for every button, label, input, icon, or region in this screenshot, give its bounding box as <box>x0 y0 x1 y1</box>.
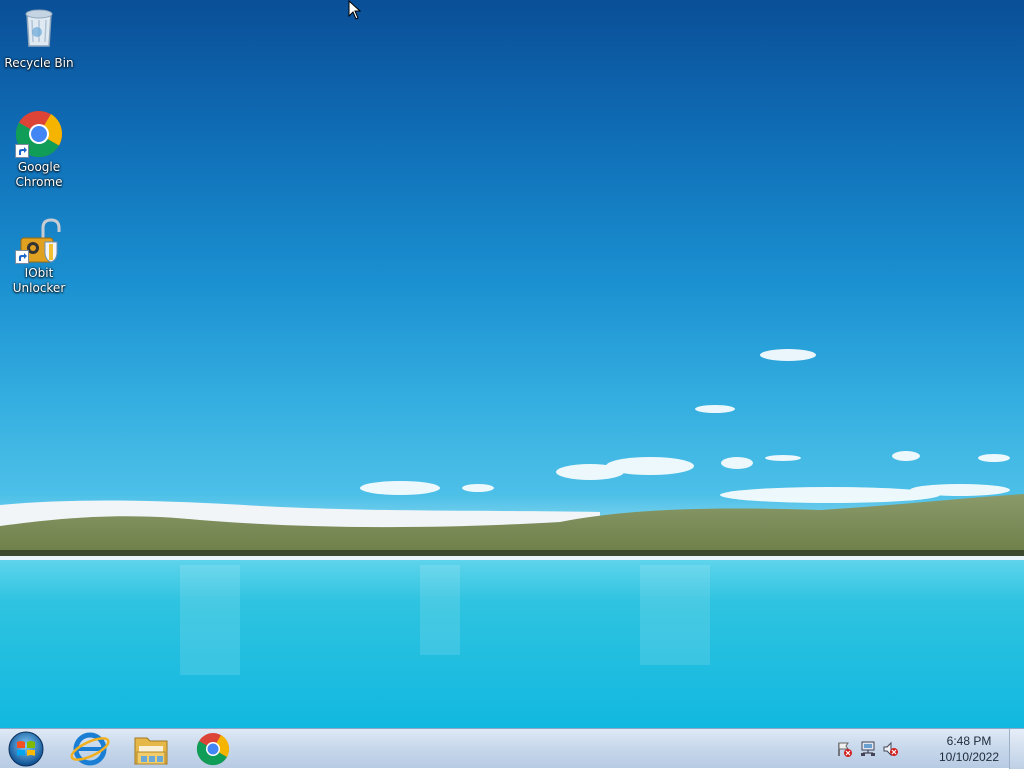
desktop-icon-google-chrome[interactable]: Google Chrome <box>1 110 77 190</box>
recycle-bin-icon <box>15 6 63 54</box>
taskbar: 6:48 PM 10/10/2022 <box>0 728 1024 769</box>
chrome-icon <box>196 733 230 766</box>
desktop-icon-label: Recycle Bin <box>4 56 74 70</box>
network-icon[interactable] <box>860 741 876 757</box>
desktop-icon-label: IObit Unlocker <box>12 266 66 295</box>
shortcut-arrow-icon <box>15 144 29 158</box>
folder-icon <box>134 737 168 765</box>
shortcut-arrow-icon <box>15 250 29 264</box>
clock-date: 10/10/2022 <box>938 750 1000 764</box>
taskbar-google-chrome-button[interactable] <box>187 730 239 768</box>
wallpaper <box>0 349 1024 728</box>
taskbar-windows-explorer-button[interactable] <box>125 730 177 768</box>
desktop-icon-iobit-unlocker[interactable]: IObit Unlocker <box>1 216 77 296</box>
system-tray: 6:48 PM 10/10/2022 <box>832 729 1002 769</box>
show-desktop-button[interactable] <box>1009 729 1024 769</box>
internet-explorer-icon <box>70 732 110 766</box>
iobit-unlocker-icon <box>15 216 63 264</box>
clouds <box>360 349 1010 503</box>
desktop-icon-label: Google Chrome <box>15 160 63 189</box>
chrome-icon <box>15 110 63 158</box>
desktop-icon-recycle-bin[interactable]: Recycle Bin <box>1 6 77 71</box>
clock[interactable]: 6:48 PM 10/10/2022 <box>936 733 1002 765</box>
taskbar-internet-explorer-button[interactable] <box>64 730 116 768</box>
start-button[interactable] <box>6 730 46 768</box>
volume-muted-icon[interactable] <box>882 741 898 757</box>
desktop[interactable]: Recycle Bin Google Chrome IObit Unlocker <box>0 0 1024 728</box>
clock-time: 6:48 PM <box>946 734 992 748</box>
action-center-flag-icon[interactable] <box>836 741 852 757</box>
mouse-cursor-icon <box>348 0 362 20</box>
